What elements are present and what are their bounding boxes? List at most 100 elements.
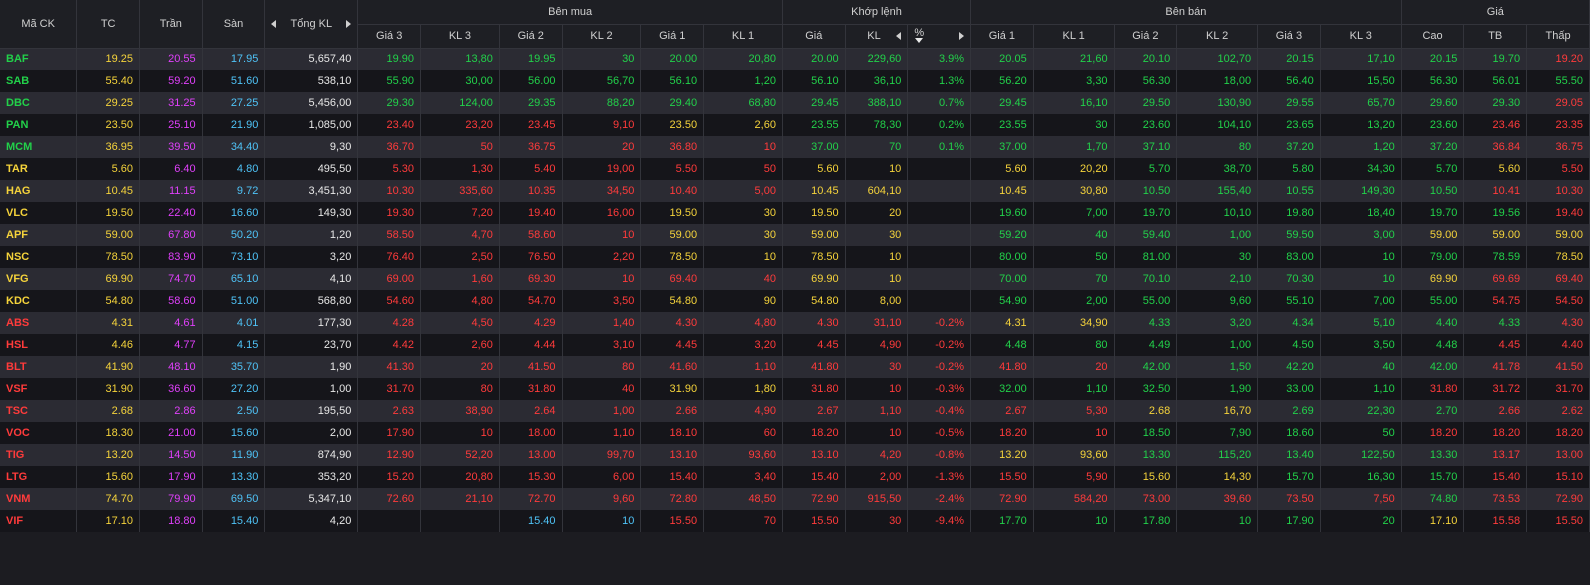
bid-vol3-cell: 80 xyxy=(420,378,500,400)
header-total-volume[interactable]: Tổng KL xyxy=(264,0,359,49)
table-row[interactable]: TAR 5.60 6.40 4.80 495,50 5.30 1,30 5.40 19,00 5.… xyxy=(0,158,1590,180)
symbol-cell[interactable]: TSC xyxy=(0,400,78,422)
header-bid-vol1[interactable]: KL 1 xyxy=(703,24,783,49)
table-row[interactable]: NSC 78.50 83.90 73.10 3,20 76.40 2,50 76.50 2,20… xyxy=(0,246,1590,268)
symbol-cell[interactable]: VIF xyxy=(0,510,78,532)
symbol-cell[interactable]: NSC xyxy=(0,246,78,268)
bid1-cell: 4.30 xyxy=(640,312,705,334)
symbol-cell[interactable]: ABS xyxy=(0,312,78,334)
table-row[interactable]: VOC 18.30 21.00 15.60 2,00 17.90 10 18.00 1,10 18… xyxy=(0,422,1590,444)
symbol-cell[interactable]: HAG xyxy=(0,180,78,202)
header-ref[interactable]: TC xyxy=(76,0,140,49)
header-ceiling[interactable]: Trần xyxy=(139,0,203,49)
ref-price-cell: 59.00 xyxy=(76,224,140,246)
symbol-cell[interactable]: VLC xyxy=(0,202,78,224)
header-match-price[interactable]: Giá xyxy=(782,24,846,49)
table-row[interactable]: APF 59.00 67.80 50.20 1,20 58.50 4,70 58.60 10 59… xyxy=(0,224,1590,246)
header-ask-vol3[interactable]: KL 3 xyxy=(1320,24,1402,49)
header-match-volume[interactable]: KL xyxy=(845,24,909,49)
header-ask1[interactable]: Giá 1 xyxy=(970,24,1034,49)
header-symbol[interactable]: Mã CK xyxy=(0,0,78,49)
symbol-cell[interactable]: SAB xyxy=(0,70,78,92)
table-row[interactable]: VSF 31.90 36.60 27.20 1,00 31.70 80 31.80 40 31.9… xyxy=(0,378,1590,400)
table-row[interactable]: VLC 19.50 22.40 16.60 149,30 19.30 7,20 19.40 16… xyxy=(0,202,1590,224)
symbol-cell[interactable]: APF xyxy=(0,224,78,246)
symbol-cell[interactable]: KDC xyxy=(0,290,78,312)
symbol-cell[interactable]: VSF xyxy=(0,378,78,400)
ask-vol2-cell: 1,00 xyxy=(1176,224,1259,246)
match-price-cell: 13.10 xyxy=(782,444,846,466)
ceiling-price-cell: 22.40 xyxy=(139,202,203,224)
header-low[interactable]: Thấp xyxy=(1526,24,1590,49)
table-row[interactable]: HAG 10.45 11.15 9.72 3,451,30 10.30 335,60 10.3… xyxy=(0,180,1590,202)
symbol-cell[interactable]: TIG xyxy=(0,444,78,466)
header-average[interactable]: TB xyxy=(1463,24,1528,49)
table-row[interactable]: VIF 17.10 18.80 15.40 4,20 15.40 10 15.50 70 15.5… xyxy=(0,510,1590,532)
table-row[interactable]: KDC 54.80 58.60 51.00 568,80 54.60 4,80 54.70 3,… xyxy=(0,290,1590,312)
match-volume-cell: 10 xyxy=(845,268,909,290)
symbol-cell[interactable]: TAR xyxy=(0,158,78,180)
ref-price-cell: 4.31 xyxy=(76,312,140,334)
header-bid1[interactable]: Giá 1 xyxy=(640,24,705,49)
header-match-percent[interactable]: % xyxy=(907,24,972,49)
symbol-cell[interactable]: VNM xyxy=(0,488,78,510)
sort-down-icon[interactable] xyxy=(915,38,924,43)
ask3-cell: 13.40 xyxy=(1257,444,1321,466)
symbol-cell[interactable]: BLT xyxy=(0,356,78,378)
table-row[interactable]: TIG 13.20 14.50 11.90 874,90 12.90 52,20 13.00 9… xyxy=(0,444,1590,466)
bid-vol2-cell: 30 xyxy=(562,48,642,70)
ask1-cell: 13.20 xyxy=(970,444,1034,466)
table-row[interactable]: MCM 36.95 39.50 34.40 9,30 36.70 50 36.75 20 36.8… xyxy=(0,136,1590,158)
match-volume-cell: 2,00 xyxy=(845,466,909,488)
bid3-cell: 55.90 xyxy=(357,70,422,92)
table-row[interactable]: LTG 15.60 17.90 13.30 353,20 15.20 20,80 15.30 6… xyxy=(0,466,1590,488)
bid-vol3-cell: 1,60 xyxy=(420,268,500,290)
ask-vol3-cell: 1,20 xyxy=(1320,136,1402,158)
header-floor[interactable]: Sàn xyxy=(202,0,266,49)
ref-price-cell: 78.50 xyxy=(76,246,140,268)
ask-vol1-cell: 10 xyxy=(1033,422,1115,444)
header-ask3[interactable]: Giá 3 xyxy=(1257,24,1321,49)
symbol-cell[interactable]: DBC xyxy=(0,92,78,114)
header-ask-vol1[interactable]: KL 1 xyxy=(1033,24,1115,49)
table-row[interactable]: PAN 23.50 25.10 21.90 1,085,00 23.40 23,20 23.4… xyxy=(0,114,1590,136)
symbol-cell[interactable]: HSL xyxy=(0,334,78,356)
symbol-cell[interactable]: VOC xyxy=(0,422,78,444)
low-cell: 41.50 xyxy=(1526,356,1590,378)
table-row[interactable]: BAF 19.25 20.55 17.95 5,657,40 19.90 13,80 19.9… xyxy=(0,48,1590,70)
table-row[interactable]: TSC 2.68 2.86 2.50 195,50 2.63 38,90 2.64 1,00 2.… xyxy=(0,400,1590,422)
floor-price-cell: 27.20 xyxy=(202,378,266,400)
caret-right-icon[interactable] xyxy=(959,32,965,40)
symbol-cell[interactable]: VFG xyxy=(0,268,78,290)
header-ask-vol2[interactable]: KL 2 xyxy=(1176,24,1259,49)
table-row[interactable]: SAB 55.40 59.20 51.60 538,10 55.90 30,00 56.00 5… xyxy=(0,70,1590,92)
symbol-cell[interactable]: BAF xyxy=(0,48,78,70)
symbol-cell[interactable]: LTG xyxy=(0,466,78,488)
header-ask2[interactable]: Giá 2 xyxy=(1114,24,1178,49)
caret-right-icon[interactable] xyxy=(346,19,352,28)
caret-left-icon[interactable] xyxy=(896,32,902,40)
ref-price-cell: 69.90 xyxy=(76,268,140,290)
header-bid3[interactable]: Giá 3 xyxy=(357,24,422,49)
caret-left-icon[interactable] xyxy=(271,19,277,28)
table-row[interactable]: VNM 74.70 79.90 69.50 5,347,10 72.60 21,10 72.7… xyxy=(0,488,1590,510)
bid-vol3-cell: 23,20 xyxy=(420,114,500,136)
bid-vol1-cell: 70 xyxy=(703,510,783,532)
header-bid-vol3[interactable]: KL 3 xyxy=(420,24,500,49)
bid-vol3-cell xyxy=(420,510,500,532)
table-row[interactable]: BLT 41.90 48.10 35.70 1,90 41.30 20 41.50 80 41.6… xyxy=(0,356,1590,378)
header-bid2[interactable]: Giá 2 xyxy=(499,24,563,49)
table-row[interactable]: DBC 29.25 31.25 27.25 5,456,00 29.30 124,00 29.… xyxy=(0,92,1590,114)
table-row[interactable]: VFG 69.90 74.70 65.10 4,10 69.00 1,60 69.30 10 69… xyxy=(0,268,1590,290)
table-row[interactable]: ABS 4.31 4.61 4.01 177,30 4.28 4,50 4.29 1,40 4.3… xyxy=(0,312,1590,334)
symbol-cell[interactable]: MCM xyxy=(0,136,78,158)
symbol-cell[interactable]: PAN xyxy=(0,114,78,136)
ask-vol2-cell: 39,60 xyxy=(1176,488,1259,510)
table-row[interactable]: HSL 4.46 4.77 4.15 23,70 4.42 2,60 4.44 3,10 4.45… xyxy=(0,334,1590,356)
ask3-cell: 4.34 xyxy=(1257,312,1321,334)
total-volume-cell: 353,20 xyxy=(264,466,359,488)
bid-vol1-cell: 93,60 xyxy=(703,444,783,466)
match-price-cell: 69.90 xyxy=(782,268,846,290)
header-high[interactable]: Cao xyxy=(1401,24,1465,49)
header-bid-vol2[interactable]: KL 2 xyxy=(562,24,642,49)
